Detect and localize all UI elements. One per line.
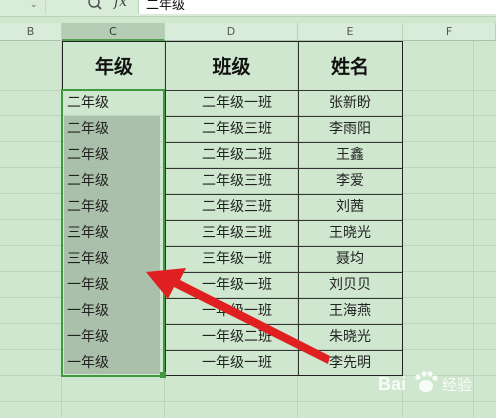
cell-class[interactable]: 二年级三班 <box>165 195 298 221</box>
column-header-e[interactable]: E <box>298 23 403 41</box>
watermark-text-2: 经验 <box>442 376 472 394</box>
cell-name[interactable]: 王鑫 <box>298 143 402 169</box>
separator <box>45 0 46 14</box>
formula-input[interactable] <box>138 0 496 14</box>
cell-class[interactable]: 一年级一班 <box>165 299 298 325</box>
selection-range[interactable] <box>61 89 165 377</box>
formula-value: 二年级 <box>146 0 186 13</box>
cell-class[interactable]: 二年级三班 <box>165 117 298 143</box>
column-header-b[interactable]: B <box>0 23 62 41</box>
cell-class[interactable]: 一年级一班 <box>165 273 298 299</box>
cell-name[interactable]: 李雨阳 <box>298 117 402 143</box>
zoom-icon[interactable] <box>86 0 104 14</box>
fx-icon[interactable]: fx <box>114 0 127 10</box>
cell-name[interactable]: 王海燕 <box>298 299 402 325</box>
name-box-dropdown-icon[interactable]: ⌄ <box>30 0 38 12</box>
cell-class[interactable]: 三年级一班 <box>165 247 298 273</box>
formula-bar: ⌄ fx 二年级 <box>0 0 496 17</box>
baidu-jingyan-watermark: Bai 经验 <box>378 371 472 394</box>
column-header-f[interactable]: F <box>403 23 496 41</box>
column-header-d[interactable]: D <box>165 23 298 41</box>
cell-name[interactable]: 刘茜 <box>298 195 402 221</box>
header-cell-class[interactable]: 班级 <box>165 42 298 90</box>
paw-icon <box>415 371 438 392</box>
header-cell-name[interactable]: 姓名 <box>298 42 402 90</box>
cell-name[interactable]: 王晓光 <box>298 221 402 247</box>
fill-handle[interactable] <box>160 372 166 378</box>
grid-line <box>473 41 474 418</box>
cell-class[interactable]: 一年级一班 <box>165 351 298 375</box>
cell-name[interactable]: 刘贝贝 <box>298 273 402 299</box>
watermark-text: Bai <box>378 374 406 394</box>
column-header-c[interactable]: C <box>62 23 165 41</box>
header-cell-grade[interactable]: 年级 <box>63 42 165 90</box>
cell-name[interactable]: 朱晓光 <box>298 325 402 351</box>
cell-class[interactable]: 三年级三班 <box>165 221 298 247</box>
cell-name[interactable]: 聂均 <box>298 247 402 273</box>
cell-name[interactable]: 张新盼 <box>298 91 402 117</box>
cell-class[interactable]: 一年级二班 <box>165 325 298 351</box>
cell-name[interactable]: 李爱 <box>298 169 402 195</box>
cell-class[interactable]: 二年级一班 <box>165 91 298 117</box>
cell-class[interactable]: 二年级二班 <box>165 143 298 169</box>
cell-class[interactable]: 二年级三班 <box>165 169 298 195</box>
